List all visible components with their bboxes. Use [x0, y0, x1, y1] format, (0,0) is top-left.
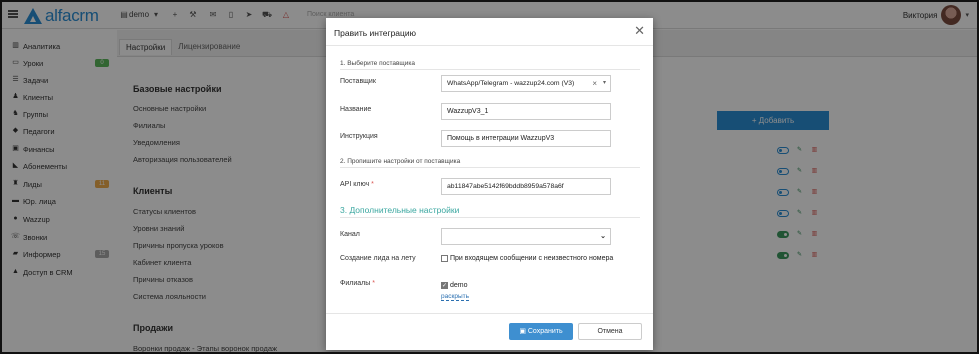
cancel-button[interactable]: Отмена	[578, 323, 642, 340]
lead-creation-checkbox[interactable]: При входящем сообщении с неизвестного но…	[441, 255, 613, 262]
instruction-label: Инструкция	[340, 133, 378, 140]
app-window: alfacrm ▤ demo ▾ + ⚒ ✉ ▯ ➤ ⛟ △ Поиск кли…	[2, 2, 977, 352]
clear-icon[interactable]: ×	[592, 76, 597, 91]
lead-creation-label: Создание лида на лету	[340, 255, 416, 262]
name-label: Название	[340, 106, 372, 113]
modal-title: Править интеграцию	[334, 28, 417, 38]
check-icon[interactable]: ✓	[441, 282, 448, 289]
step-1-heading: 1. Выберите поставщика	[340, 60, 640, 70]
step-2-heading: 2. Пропишите настройки от поставщика	[340, 158, 640, 168]
channel-select[interactable]: ⌄	[441, 228, 611, 245]
modal-footer-divider	[326, 313, 653, 314]
instruction-field[interactable]: Помощь в интеграции WazzupV3	[441, 130, 611, 147]
branch-checkbox-demo[interactable]: ✓ demo	[441, 282, 468, 289]
chevron-down-icon: ▾	[602, 80, 606, 86]
name-field[interactable]: WazzupV3_1	[441, 103, 611, 120]
checkbox[interactable]	[441, 255, 448, 262]
provider-select[interactable]: WhatsApp/Telegram - wazzup24.com (V3) × …	[441, 75, 611, 92]
branches-label: Филиалы *	[340, 280, 375, 287]
step-3-heading: 3. Дополнительные настройки	[340, 205, 640, 218]
close-icon[interactable]: ✕	[634, 24, 645, 37]
edit-integration-modal: Править интеграцию ✕ 1. Выберите поставщ…	[326, 18, 653, 350]
chevron-down-icon: ⌄	[600, 233, 606, 240]
modal-header: Править интеграцию ✕	[326, 18, 653, 46]
api-key-label: API ключ *	[340, 181, 374, 188]
save-icon: ▣	[519, 328, 528, 335]
api-key-field[interactable]: ab11847abe5142f69bddb8959a578a6f	[441, 178, 611, 195]
channel-label: Канал	[340, 231, 360, 238]
save-button[interactable]: ▣ Сохранить	[509, 323, 573, 340]
provider-label: Поставщик	[340, 78, 376, 85]
expand-link[interactable]: раскрыть	[441, 293, 469, 301]
